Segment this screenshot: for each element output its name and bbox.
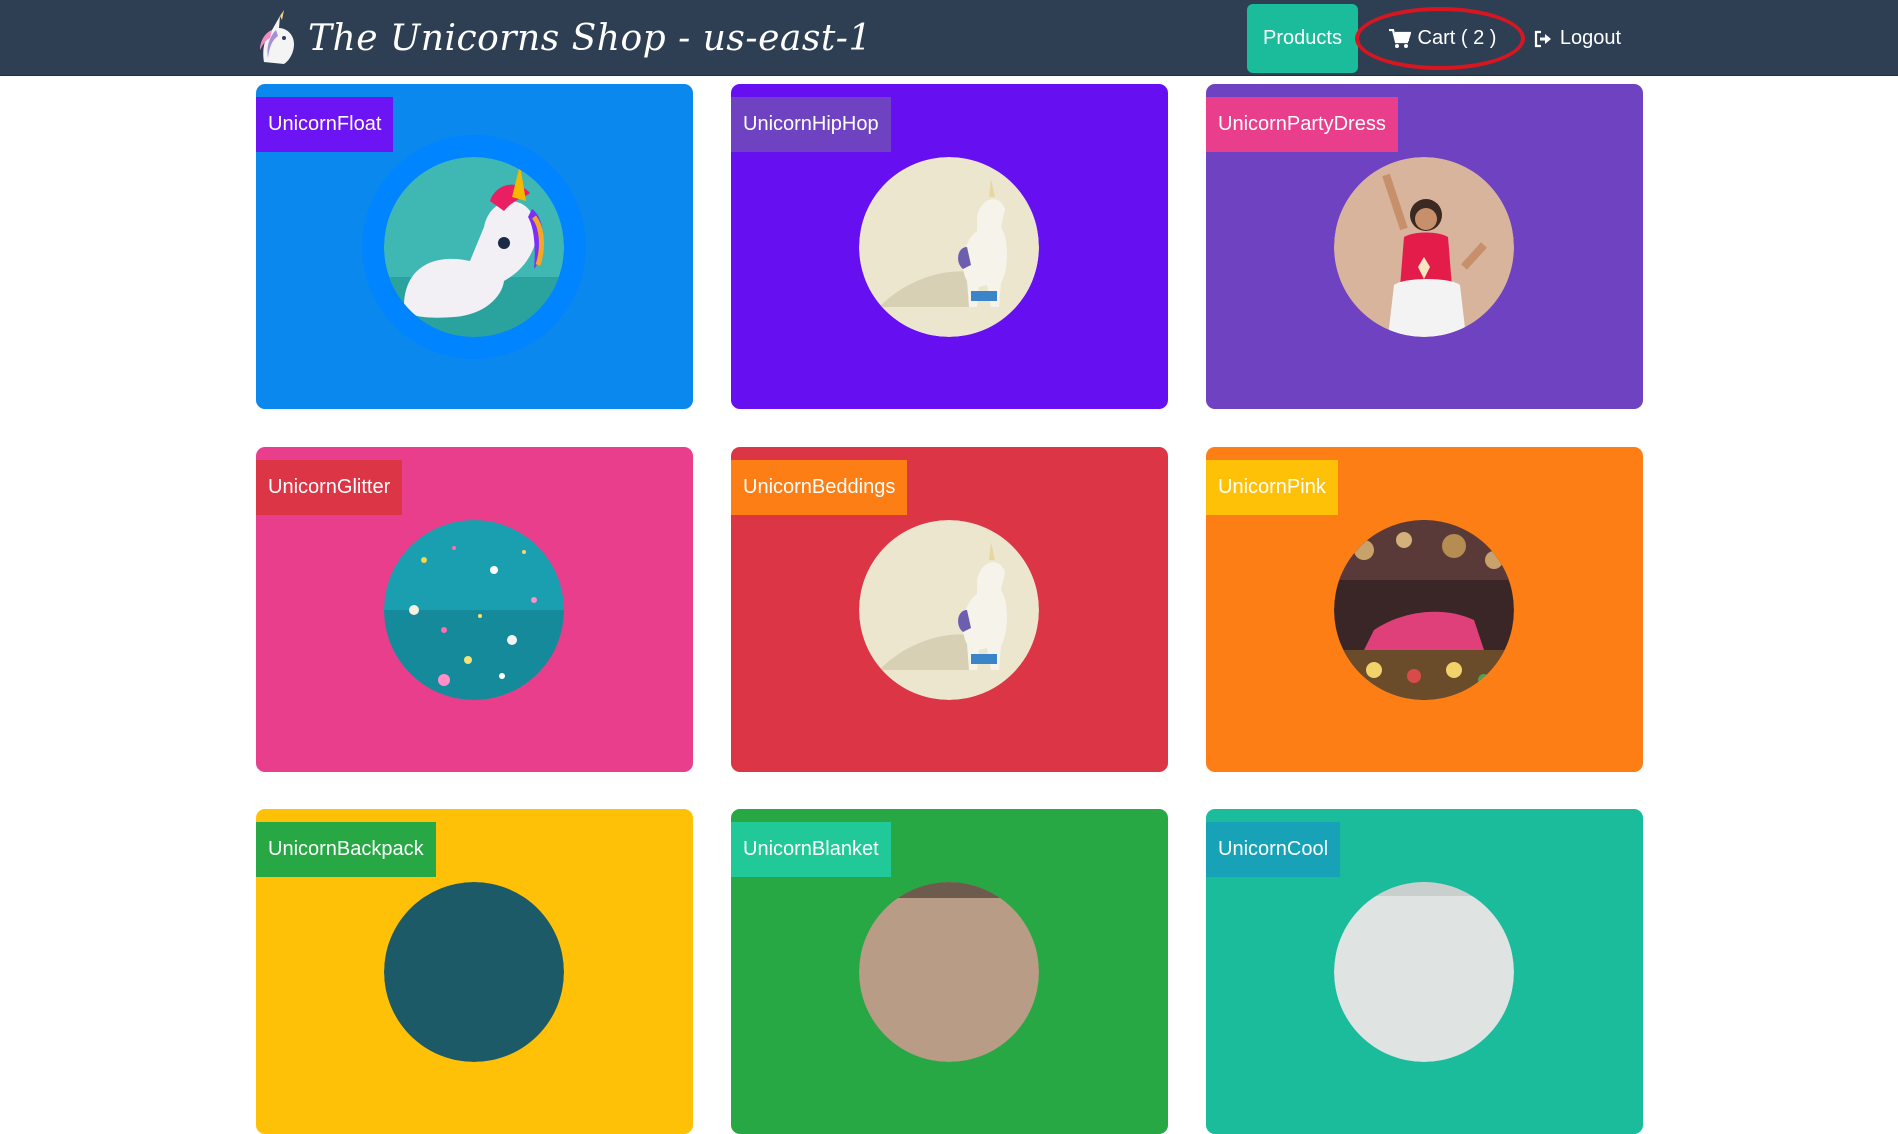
product-name-label: UnicornBackpack: [256, 822, 436, 877]
cart-nav-button[interactable]: Cart ( 2 ): [1355, 4, 1525, 73]
product-name-label: UnicornPink: [1206, 460, 1338, 515]
sign-out-icon: [1534, 30, 1551, 47]
product-card-unicornglitter[interactable]: UnicornGlitter: [256, 447, 693, 772]
products-nav-button[interactable]: Products: [1247, 4, 1358, 73]
unicorn-toy-image: [859, 157, 1039, 337]
cool-unicorn-image: [1334, 882, 1514, 1062]
product-card-unicornpink[interactable]: UnicornPink: [1206, 447, 1643, 772]
cart-nav-label: Cart ( 2 ): [1417, 27, 1497, 49]
inflatable-unicorn-pool-image: [384, 157, 564, 337]
product-name-label: UnicornCool: [1206, 822, 1341, 877]
girl-party-dress-image: [1334, 157, 1514, 337]
product-name-label: UnicornBlanket: [731, 822, 891, 877]
products-nav-label: Products: [1263, 27, 1342, 49]
product-name-label: UnicornGlitter: [256, 460, 403, 515]
logout-nav-label: Logout: [1559, 27, 1622, 49]
product-card-unicornblanket[interactable]: UnicornBlanket: [731, 809, 1168, 1134]
product-card-unicorncool[interactable]: UnicornCool: [1206, 809, 1643, 1134]
product-name-label: UnicornPartyDress: [1206, 97, 1398, 152]
blanket-image: [859, 882, 1039, 1062]
pink-unicorn-market-image: [1334, 520, 1514, 700]
product-name-label: UnicornBeddings: [731, 460, 908, 515]
logout-nav-button[interactable]: Logout: [1532, 4, 1622, 73]
backpack-image: [384, 882, 564, 1062]
shopping-cart-icon: [1388, 28, 1411, 48]
brand[interactable]: The Unicorns Shop - us-east-1: [254, 10, 872, 66]
product-card-unicornfloat[interactable]: UnicornFloat: [256, 84, 693, 409]
navbar: The Unicorns Shop - us-east-1 Products C…: [0, 0, 1898, 76]
unicorn-toy-image: [859, 520, 1039, 700]
product-card-unicornpartydress[interactable]: UnicornPartyDress: [1206, 84, 1643, 409]
brand-title: The Unicorns Shop - us-east-1: [308, 17, 872, 59]
product-name-label: UnicornFloat: [256, 97, 394, 152]
product-name-label: UnicornHipHop: [731, 97, 891, 152]
product-card-unicornbackpack[interactable]: UnicornBackpack: [256, 809, 693, 1134]
product-card-unicornhiphop[interactable]: UnicornHipHop: [731, 84, 1168, 409]
product-card-unicornbeddings[interactable]: UnicornBeddings: [731, 447, 1168, 772]
unicorn-logo-icon: [260, 10, 294, 64]
glitter-confetti-image: [384, 520, 564, 700]
